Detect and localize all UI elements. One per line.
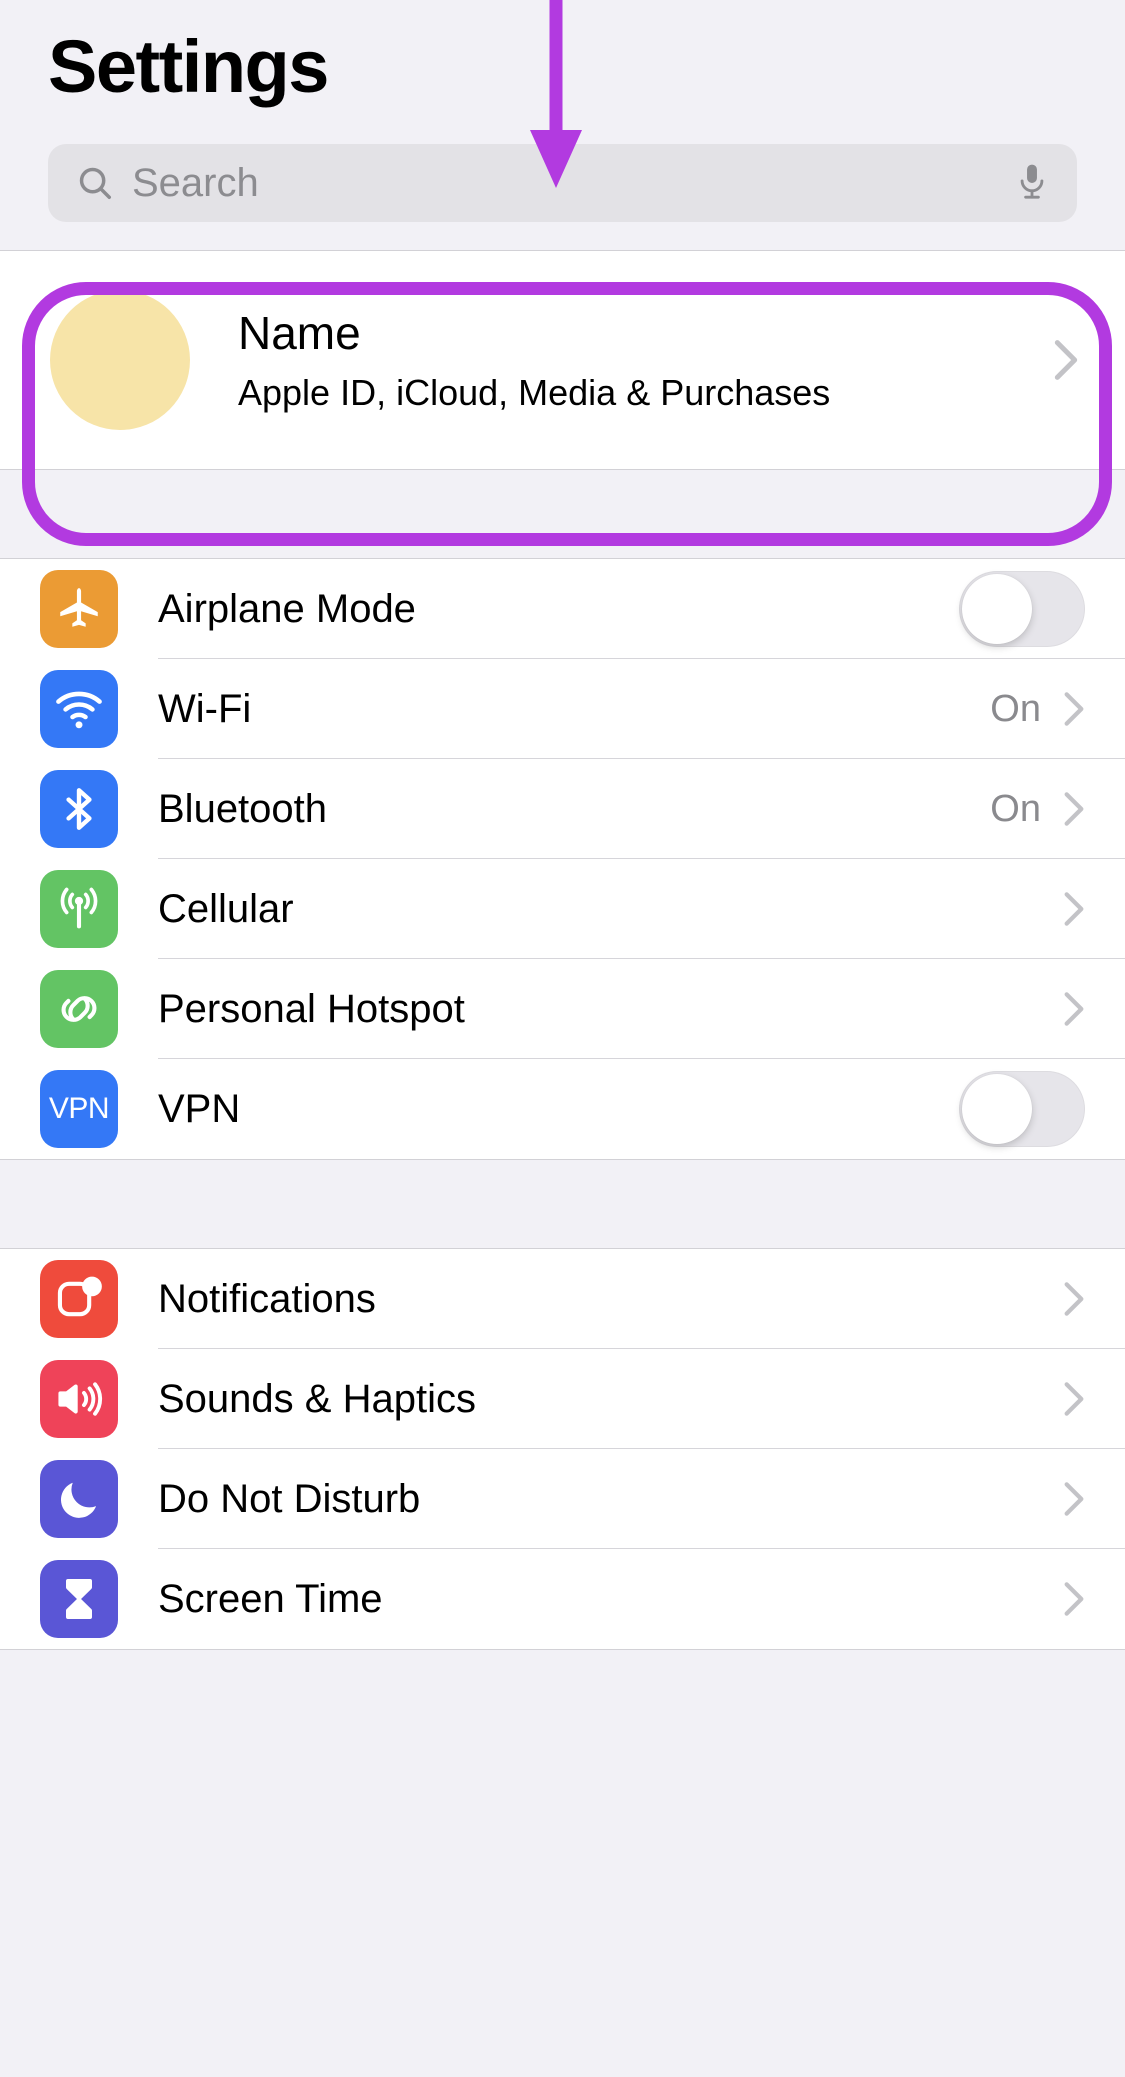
row-body: Sounds & Haptics [158, 1349, 1125, 1449]
settings-row-personal-hotspot[interactable]: Personal Hotspot [0, 959, 1125, 1059]
moon-icon [40, 1460, 118, 1538]
airplane-icon [40, 570, 118, 648]
settings-row-do-not-disturb[interactable]: Do Not Disturb [0, 1449, 1125, 1549]
chevron-right-icon [1064, 691, 1084, 726]
chevron-right-icon [1054, 340, 1078, 380]
row-label: Notifications [158, 1276, 376, 1321]
apple-id-row[interactable]: Name Apple ID, iCloud, Media & Purchases [0, 251, 1125, 469]
settings-row-vpn[interactable]: VPN VPN [0, 1059, 1125, 1159]
row-label: Personal Hotspot [158, 986, 465, 1031]
chevron-right-icon [1064, 791, 1084, 826]
row-value: On [990, 687, 1041, 730]
speaker-waves-icon [40, 1360, 118, 1438]
microphone-icon[interactable] [1015, 161, 1049, 205]
vpn-icon: VPN [40, 1070, 118, 1148]
chevron-right-icon [1064, 991, 1084, 1026]
search-icon [79, 167, 111, 199]
chevron-right-icon [1064, 891, 1084, 926]
section-gap-1 [0, 470, 1125, 558]
row-label: Sounds & Haptics [158, 1376, 476, 1421]
apple-id-group: Name Apple ID, iCloud, Media & Purchases [0, 250, 1125, 470]
row-body: Screen Time [158, 1549, 1125, 1649]
settings-row-wi-fi[interactable]: Wi-Fi On [0, 659, 1125, 759]
settings-row-notifications[interactable]: Notifications [0, 1249, 1125, 1349]
settings-row-bluetooth[interactable]: Bluetooth On [0, 759, 1125, 859]
row-body: VPN [158, 1059, 1125, 1159]
page-title: Settings [48, 25, 329, 108]
row-label: Screen Time [158, 1577, 383, 1621]
apple-id-text: Name Apple ID, iCloud, Media & Purchases [238, 307, 1053, 413]
hotspot-link-icon [40, 970, 118, 1048]
row-label: Cellular [158, 886, 294, 931]
row-label: Bluetooth [158, 786, 328, 831]
row-body: Cellular [158, 859, 1125, 959]
toggle-switch[interactable] [959, 1071, 1085, 1147]
group-connectivity: Airplane Mode Wi-Fi On Bluetooth On Cellular P… [0, 558, 1125, 1160]
row-label: VPN [158, 1087, 241, 1131]
row-label: Airplane Mode [158, 586, 416, 631]
row-body: Bluetooth On [158, 759, 1125, 859]
settings-row-sounds-haptics[interactable]: Sounds & Haptics [0, 1349, 1125, 1449]
section-gap-2 [0, 1160, 1125, 1248]
settings-row-cellular[interactable]: Cellular [0, 859, 1125, 959]
row-value: On [990, 787, 1041, 830]
notification-badge-icon [40, 1260, 118, 1338]
toggle-knob [962, 573, 1032, 644]
hourglass-icon [40, 1560, 118, 1638]
header: Settings [0, 0, 1125, 104]
chevron-right-icon [1064, 1381, 1084, 1416]
row-body: Wi-Fi On [158, 659, 1125, 759]
search-input[interactable]: Search [48, 144, 1077, 222]
row-body: Notifications [158, 1249, 1125, 1349]
account-subtitle: Apple ID, iCloud, Media & Purchases [238, 371, 831, 413]
settings-row-airplane-mode[interactable]: Airplane Mode [0, 559, 1125, 659]
settings-row-screen-time[interactable]: Screen Time [0, 1549, 1125, 1649]
search-container: Search [0, 104, 1125, 250]
chevron-right-icon [1064, 1582, 1084, 1616]
settings-screen: Settings Search Name Apple ID, iCloud, M… [0, 0, 1125, 2077]
avatar [50, 290, 190, 430]
cellular-antenna-icon [40, 870, 118, 948]
account-name: Name [238, 306, 361, 359]
row-body: Airplane Mode [158, 559, 1125, 659]
search-placeholder: Search [132, 161, 259, 205]
toggle-switch[interactable] [959, 570, 1085, 647]
row-body: Do Not Disturb [158, 1449, 1125, 1549]
toggle-knob [962, 1074, 1032, 1144]
chevron-right-icon [1064, 1281, 1084, 1316]
group-notifications-sounds: Notifications Sounds & Haptics Do Not Dist… [0, 1248, 1125, 1650]
row-label: Do Not Disturb [158, 1476, 421, 1521]
row-body: Personal Hotspot [158, 959, 1125, 1059]
bluetooth-icon [40, 770, 118, 848]
wifi-icon [40, 670, 118, 748]
chevron-right-icon [1064, 1481, 1084, 1516]
row-label: Wi-Fi [158, 686, 252, 731]
